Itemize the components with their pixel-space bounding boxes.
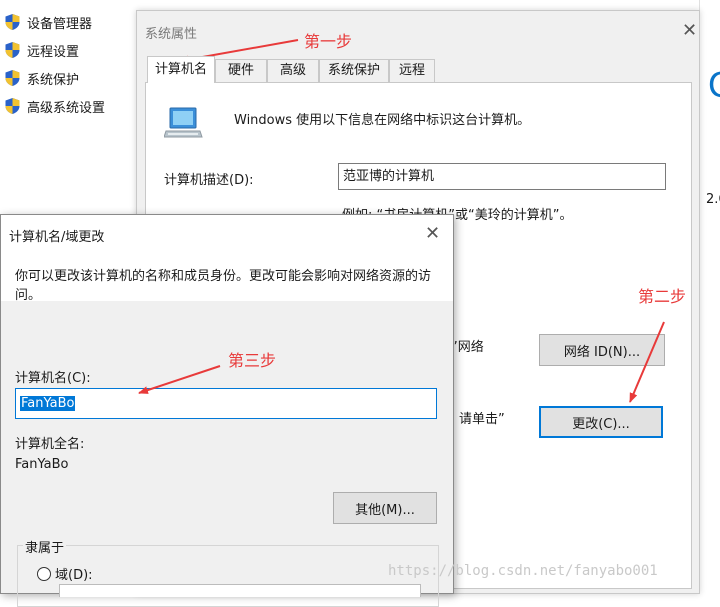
annotation-arrows [138,39,665,403]
step2-arrow [629,321,665,403]
step1-annotation: 第一步 [304,32,353,51]
tab-computer-name[interactable]: 计算机名 [147,56,215,83]
step3-annotation: 第三步 [228,351,277,370]
watermark-text: https://blog.csdn.net/fanyabo001 [388,563,658,579]
step3-arrow [138,365,221,394]
step2-annotation: 第二步 [638,287,687,306]
